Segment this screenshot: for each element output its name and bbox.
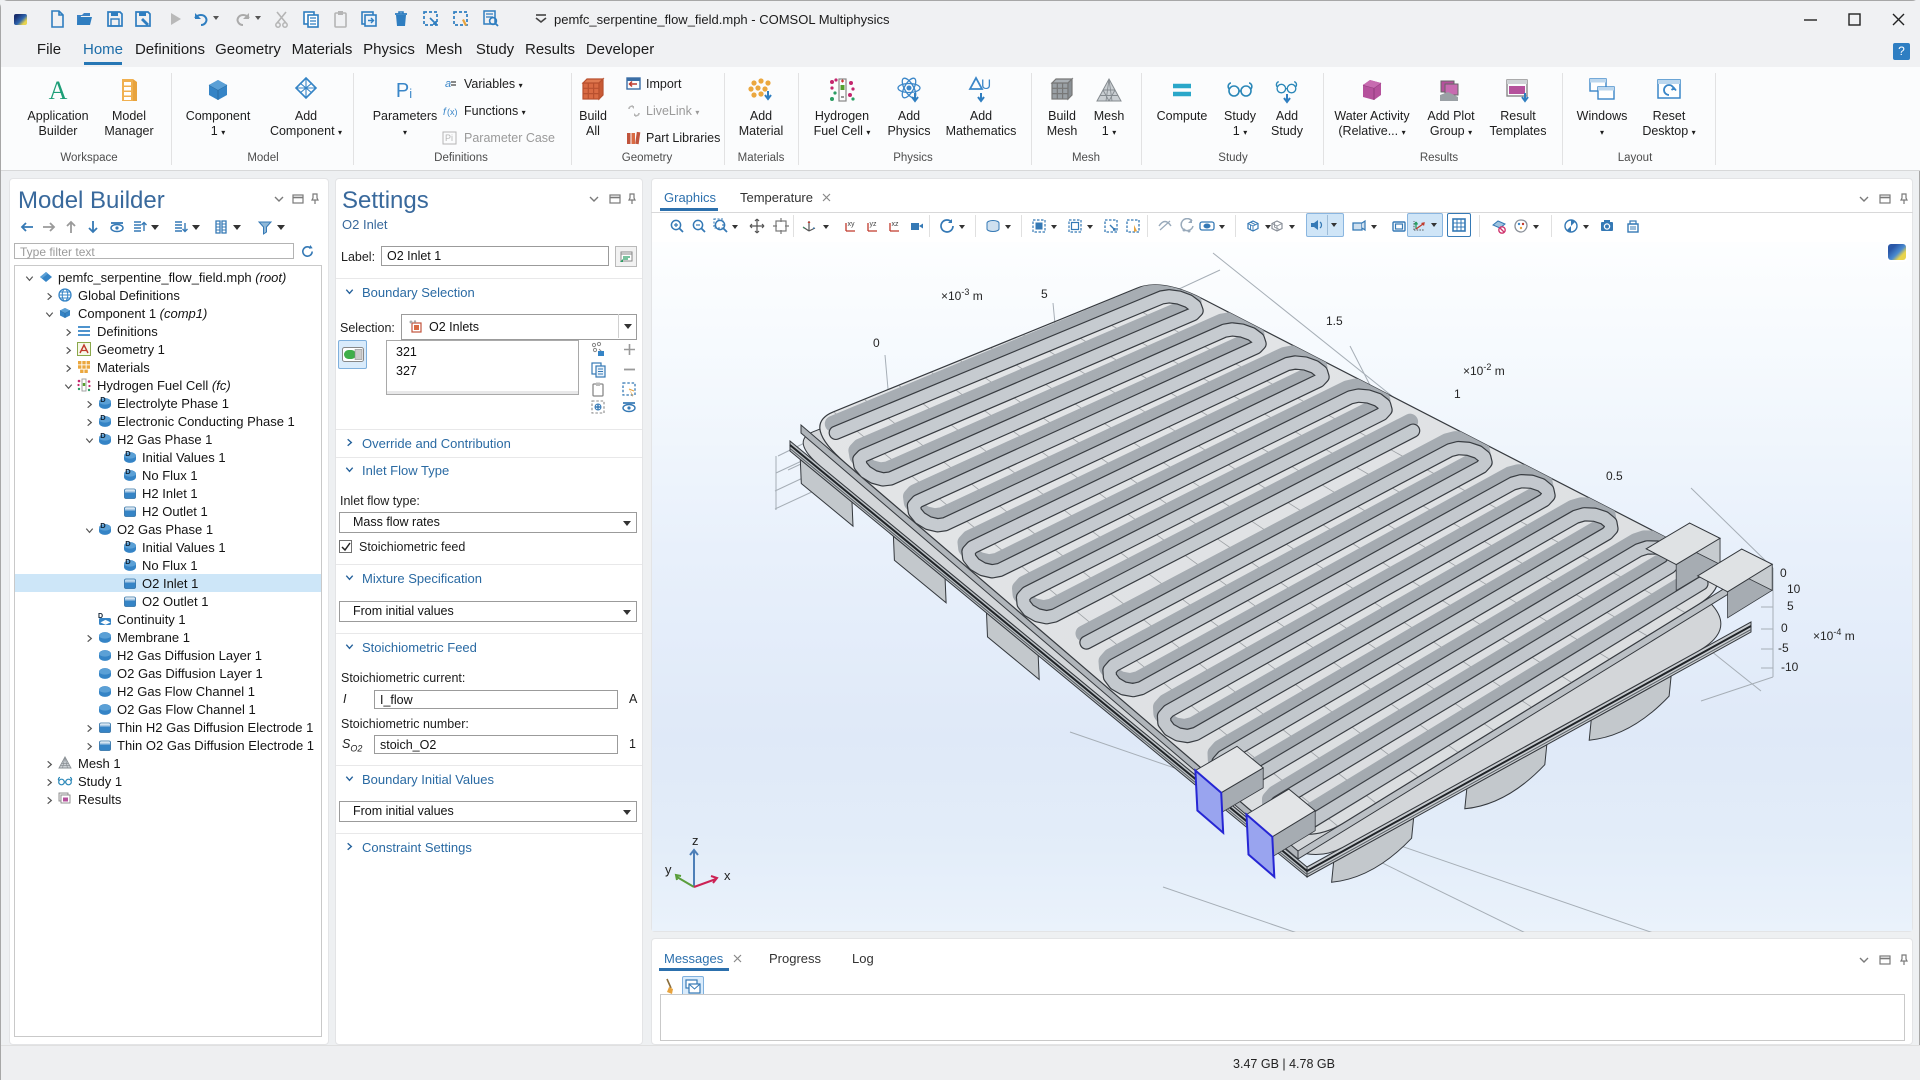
svg-text:yz: yz bbox=[870, 221, 878, 228]
svg-text:Pi: Pi bbox=[396, 80, 412, 102]
svg-text:D: D bbox=[125, 539, 131, 548]
svg-text:z: z bbox=[692, 836, 699, 848]
svg-text:D: D bbox=[100, 431, 106, 440]
svg-text:D: D bbox=[125, 449, 131, 458]
svg-text:A: A bbox=[49, 76, 68, 105]
svg-text:a: a bbox=[445, 78, 451, 90]
svg-text:(x): (x) bbox=[447, 107, 458, 117]
svg-text:x: x bbox=[724, 868, 731, 883]
svg-text:U: U bbox=[981, 76, 991, 92]
svg-text:D: D bbox=[125, 467, 131, 476]
svg-text:D: D bbox=[100, 521, 106, 530]
svg-text:D: D bbox=[125, 557, 131, 566]
svg-text:xy: xy bbox=[848, 221, 856, 228]
svg-text:D: D bbox=[100, 413, 106, 422]
svg-text:Pi: Pi bbox=[445, 133, 453, 143]
svg-text:y: y bbox=[665, 862, 672, 877]
svg-text:D: D bbox=[100, 395, 106, 404]
svg-text:xz: xz bbox=[892, 221, 900, 228]
svg-text:◀▶: ◀▶ bbox=[101, 619, 112, 626]
